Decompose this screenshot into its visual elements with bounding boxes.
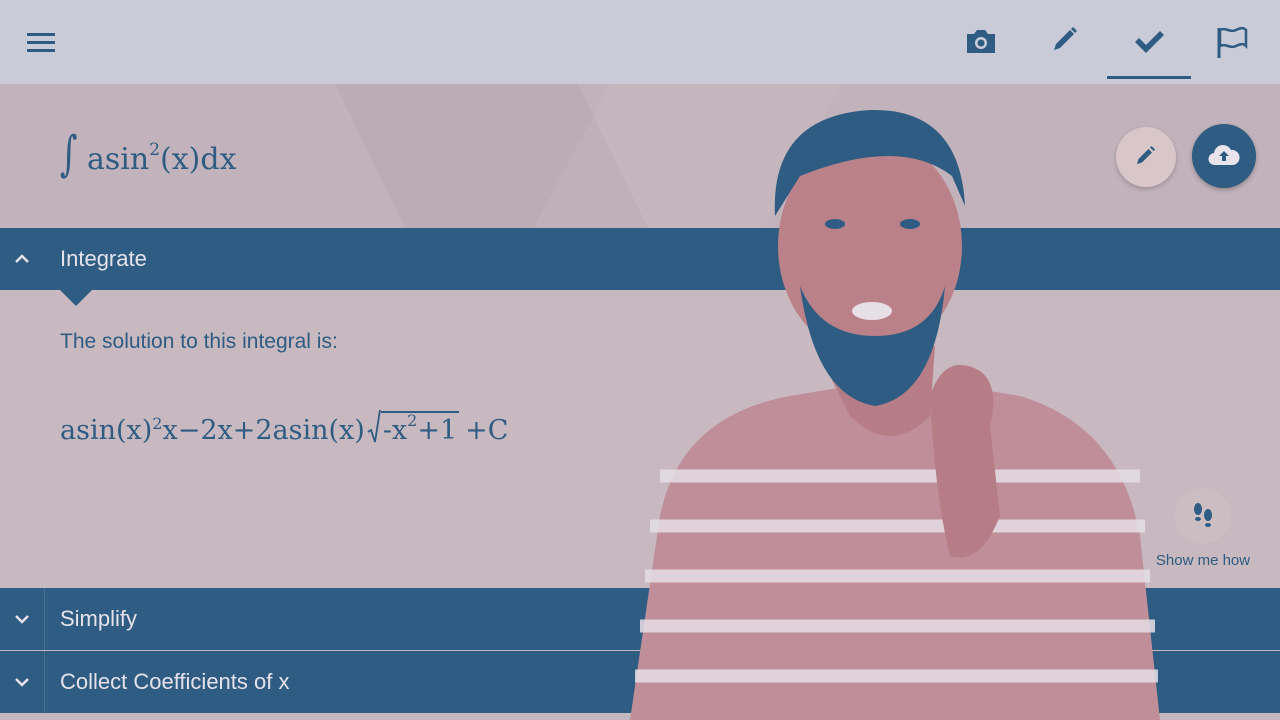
upload-button[interactable] [1192,124,1256,188]
solution-exp1: 2 [152,414,163,433]
section-pointer [60,290,92,306]
footsteps-icon [1175,488,1231,544]
edit-problem-button[interactable] [1116,127,1176,187]
chevron-up-icon [0,228,44,290]
active-tab-indicator [1107,76,1191,79]
expr-power: 2 [149,140,161,160]
menu-button[interactable] [22,24,60,60]
solution-exp2: 2 [407,411,418,430]
solution-part3: +C [465,415,509,446]
section-integrate[interactable]: Integrate [0,228,1280,290]
chevron-down-icon [0,588,44,650]
pencil-tab-button[interactable] [1043,20,1087,64]
camera-icon [967,30,995,53]
section-simplify[interactable]: Simplify [0,588,1280,650]
show-me-how-label: Show me how [1155,552,1251,569]
pencil-icon [1137,146,1155,164]
cloud-upload-icon [1208,145,1240,166]
sqrt: -x2+1 [367,408,460,446]
flag-button[interactable] [1210,20,1254,64]
radicand-a: -x [382,415,408,446]
sqrt-sign [367,409,381,443]
radicand-b: +1 [417,415,458,446]
chevron-down-icon [0,651,44,713]
expr-rest: (x)dx [160,142,237,177]
top-toolbar [0,0,1280,84]
menu-icon [27,33,55,52]
solution-part2: x−2x+2asin(x) [162,415,365,446]
section-simplify-label: Simplify [60,606,138,631]
problem-expression: ∫ asin2(x)dx [60,126,237,188]
solution-part1: asin(x) [60,415,153,446]
show-me-how-button[interactable]: Show me how [1148,488,1258,578]
expr-func: asin [87,142,150,177]
camera-button[interactable] [959,20,1003,64]
check-tab-button[interactable] [1127,20,1171,64]
divider [44,588,45,650]
check-icon [1135,31,1164,53]
section-collect[interactable]: Collect Coefficients of x [0,651,1280,713]
divider [44,651,45,713]
section-collect-label: Collect Coefficients of x [60,669,290,694]
solution-expression: asin(x) 2 x−2x+2asin(x) -x2+1 +C [60,396,508,446]
flag-icon [1217,26,1248,58]
section-integrate-label: Integrate [60,246,147,271]
integral-sign: ∫ [60,126,78,182]
solution-intro: The solution to this integral is: [60,330,338,353]
pencil-icon [1054,27,1077,50]
